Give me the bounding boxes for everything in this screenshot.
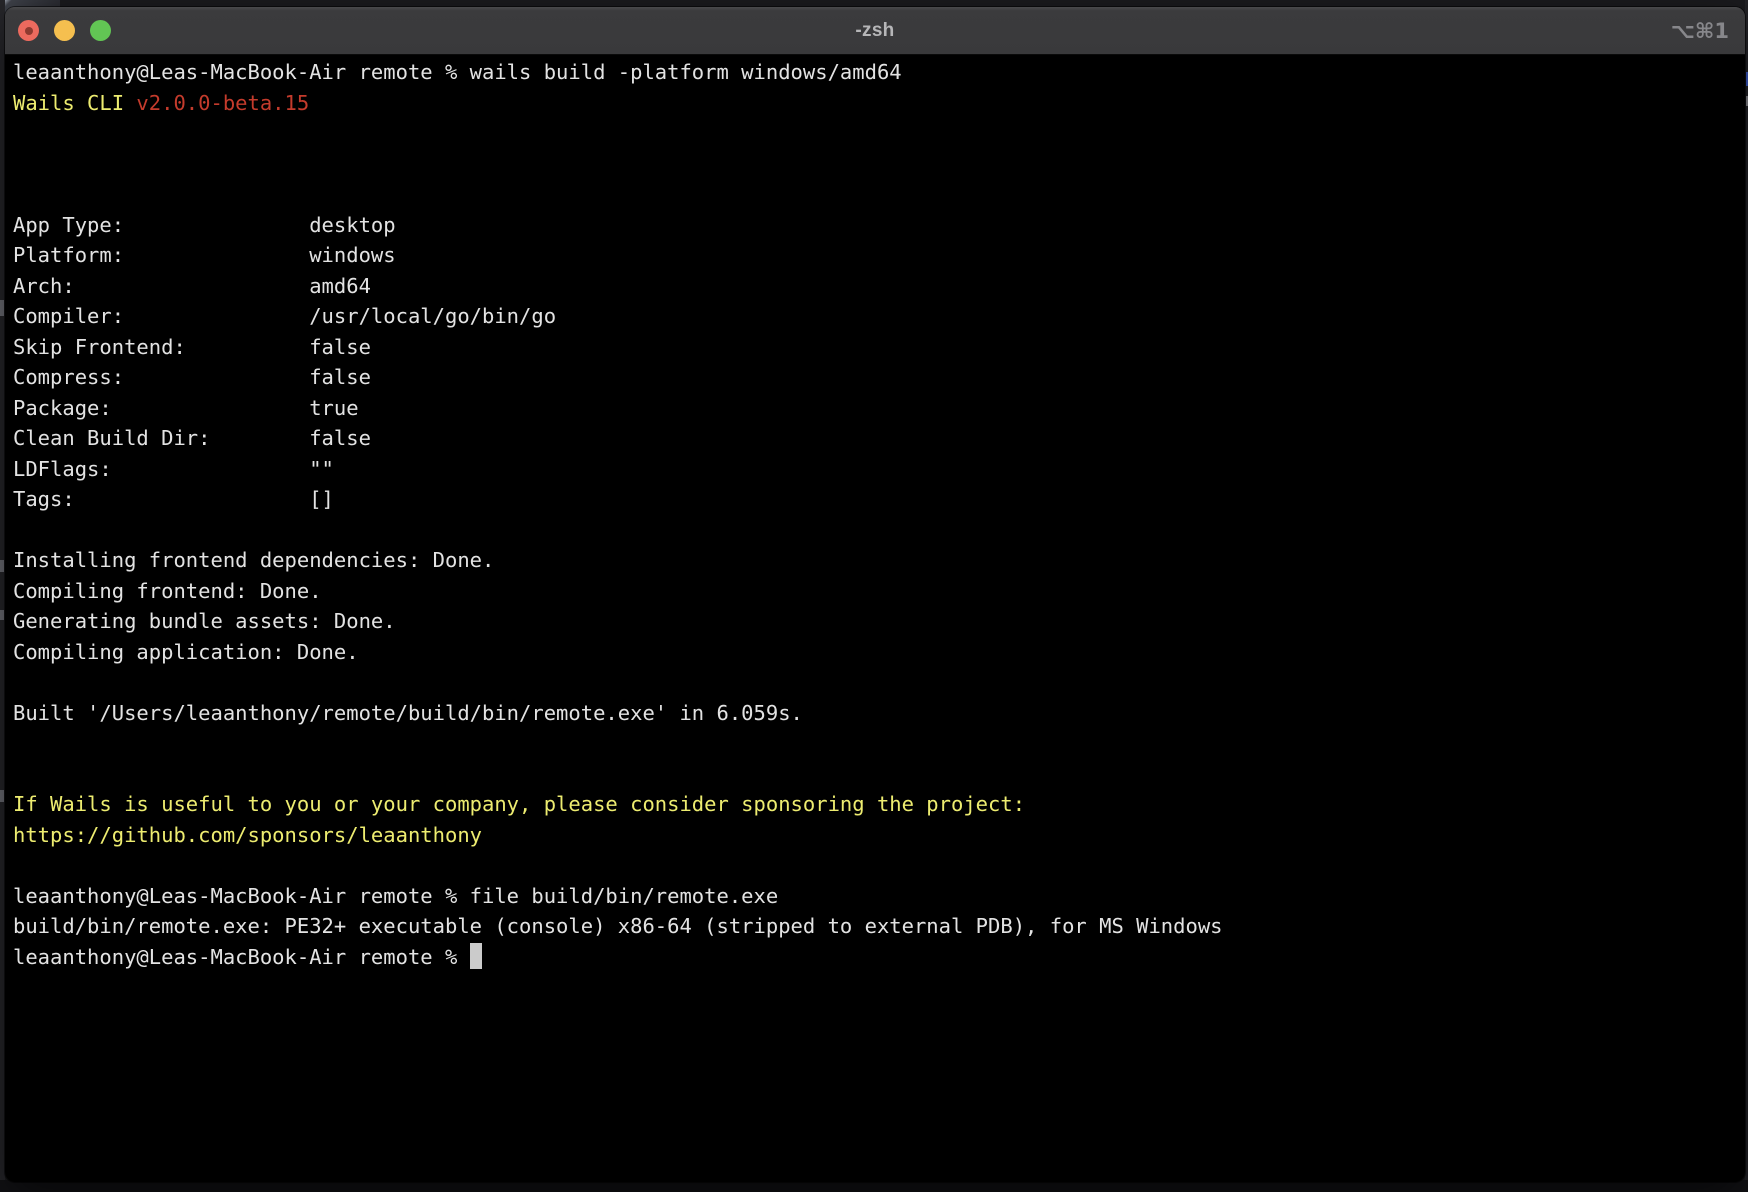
terminal-line: LDFlags: "" — [13, 454, 1745, 485]
terminal-text-segment: leaanthony@Leas-MacBook-Air remote % — [13, 945, 470, 969]
terminal-line — [13, 179, 1745, 210]
terminal-cursor — [470, 943, 482, 969]
terminal-line: https://github.com/sponsors/leaanthony — [13, 820, 1745, 851]
background-artifact — [0, 300, 4, 316]
terminal-line: build/bin/remote.exe: PE32+ executable (… — [13, 911, 1745, 942]
terminal-text-segment: Clean Build Dir: false — [13, 426, 371, 450]
terminal-line: If Wails is useful to you or your compan… — [13, 789, 1745, 820]
terminal-line — [13, 667, 1745, 698]
terminal-line: Package: true — [13, 393, 1745, 424]
terminal-text-segment: v2.0.0-beta.15 — [136, 91, 309, 115]
terminal-text-segment: Tags: [] — [13, 487, 334, 511]
terminal-text-segment: App Type: desktop — [13, 213, 396, 237]
terminal-line: Built '/Users/leaanthony/remote/build/bi… — [13, 698, 1745, 729]
terminal-text-segment: Skip Frontend: false — [13, 335, 371, 359]
background-artifact — [0, 610, 4, 620]
terminal-text-segment: Platform: windows — [13, 243, 396, 267]
titlebar[interactable]: -zsh ⌥⌘1 — [5, 7, 1745, 55]
terminal-line — [13, 850, 1745, 881]
terminal-text-segment: Package: true — [13, 396, 359, 420]
terminal-line: Compiler: /usr/local/go/bin/go — [13, 301, 1745, 332]
terminal-text-segment: Arch: amd64 — [13, 274, 371, 298]
terminal-line: Wails CLI v2.0.0-beta.15 — [13, 88, 1745, 119]
terminal-line: Compiling application: Done. — [13, 637, 1745, 668]
terminal-line — [13, 515, 1745, 546]
terminal-line: leaanthony@Leas-MacBook-Air remote % — [13, 942, 1745, 973]
terminal-line — [13, 759, 1745, 790]
terminal-line: Platform: windows — [13, 240, 1745, 271]
terminal-line — [13, 728, 1745, 759]
terminal-text-segment: Built '/Users/leaanthony/remote/build/bi… — [13, 701, 803, 725]
terminal-text-segment: If Wails is useful to you or your compan… — [13, 792, 1025, 816]
terminal-line — [13, 118, 1745, 149]
terminal-text-segment: Compiler: /usr/local/go/bin/go — [13, 304, 556, 328]
terminal-line: leaanthony@Leas-MacBook-Air remote % wai… — [13, 57, 1745, 88]
terminal-output[interactable]: leaanthony@Leas-MacBook-Air remote % wai… — [5, 55, 1745, 1182]
terminal-line: Compress: false — [13, 362, 1745, 393]
terminal-line: Arch: amd64 — [13, 271, 1745, 302]
terminal-text-segment: Generating bundle assets: Done. — [13, 609, 396, 633]
terminal-text-segment: Compiling application: Done. — [13, 640, 359, 664]
window-shortcut-badge: ⌥⌘1 — [1671, 7, 1729, 54]
terminal-text-segment: build/bin/remote.exe: PE32+ executable (… — [13, 914, 1223, 938]
terminal-text-segment: Wails CLI — [13, 91, 136, 115]
background-artifact — [0, 560, 4, 572]
terminal-line: Tags: [] — [13, 484, 1745, 515]
terminal-line: App Type: desktop — [13, 210, 1745, 241]
terminal-text-segment: leaanthony@Leas-MacBook-Air remote % wai… — [13, 60, 902, 84]
terminal-line: Compiling frontend: Done. — [13, 576, 1745, 607]
terminal-window: -zsh ⌥⌘1 leaanthony@Leas-MacBook-Air rem… — [5, 7, 1745, 1182]
terminal-line: Clean Build Dir: false — [13, 423, 1745, 454]
terminal-line: Generating bundle assets: Done. — [13, 606, 1745, 637]
terminal-line: Installing frontend dependencies: Done. — [13, 545, 1745, 576]
terminal-text-segment: leaanthony@Leas-MacBook-Air remote % fil… — [13, 884, 778, 908]
terminal-text-segment: Compiling frontend: Done. — [13, 579, 322, 603]
terminal-line: leaanthony@Leas-MacBook-Air remote % fil… — [13, 881, 1745, 912]
terminal-text-segment: Compress: false — [13, 365, 371, 389]
window-title: -zsh — [5, 7, 1745, 54]
terminal-text-segment: https://github.com/sponsors/leaanthony — [13, 823, 482, 847]
terminal-text-segment: Installing frontend dependencies: Done. — [13, 548, 494, 572]
terminal-line — [13, 149, 1745, 180]
terminal-line: Skip Frontend: false — [13, 332, 1745, 363]
background-artifact — [0, 790, 4, 802]
terminal-text-segment: LDFlags: "" — [13, 457, 334, 481]
